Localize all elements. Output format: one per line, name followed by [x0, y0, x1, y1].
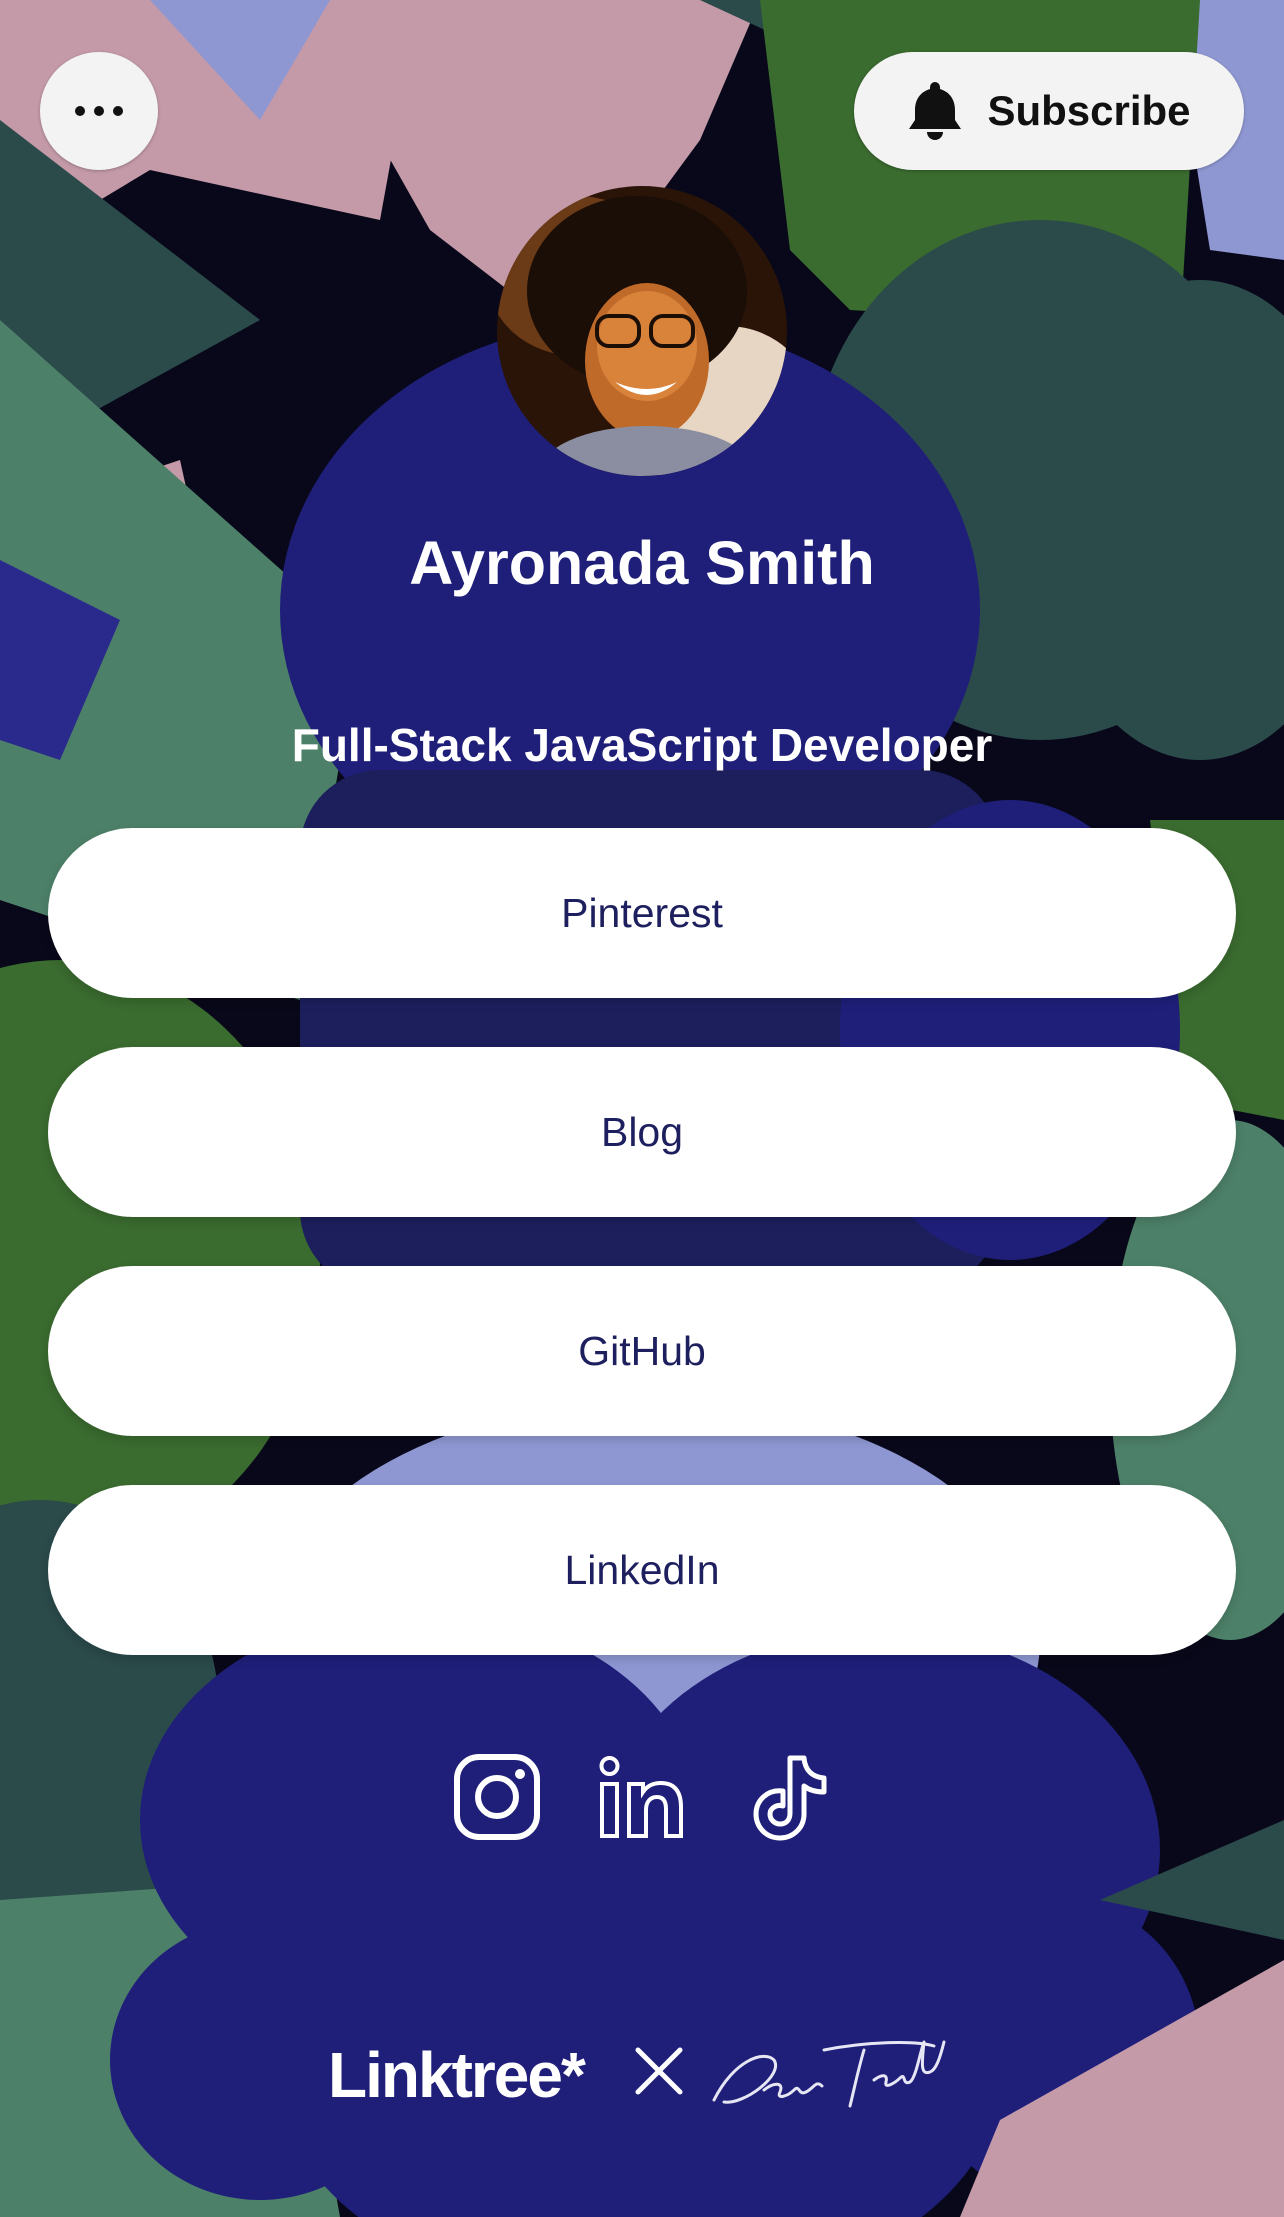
instagram-link[interactable]: [452, 1752, 542, 1842]
subscribe-button[interactable]: Subscribe: [854, 52, 1244, 170]
profile-name: Ayronada Smith: [409, 529, 875, 597]
link-button-pinterest[interactable]: Pinterest: [48, 828, 1236, 998]
linktree-logo[interactable]: Linktree*: [328, 2038, 586, 2112]
subscribe-label: Subscribe: [987, 87, 1191, 134]
link-button-github[interactable]: GitHub: [48, 1266, 1236, 1436]
link-label: GitHub: [578, 1327, 706, 1374]
link-label: LinkedIn: [564, 1546, 720, 1593]
link-button-blog[interactable]: Blog: [48, 1047, 1236, 1217]
more-options-button[interactable]: [40, 52, 158, 170]
link-button-linkedin[interactable]: LinkedIn: [48, 1485, 1236, 1655]
linkedin-link[interactable]: [597, 1752, 687, 1842]
link-label: Pinterest: [561, 889, 723, 936]
more-horizontal-icon: [75, 106, 123, 116]
times-icon: [635, 2047, 683, 2095]
daniel-triendl-signature-icon: [712, 2040, 946, 2108]
linkedin-icon: [599, 1756, 683, 1838]
avatar: [497, 186, 787, 476]
tiktok-icon: [753, 1755, 827, 1841]
tiktok-link[interactable]: [742, 1752, 832, 1842]
profile-bio: Full-Stack JavaScript Developer: [291, 719, 993, 771]
link-label: Blog: [600, 1108, 684, 1155]
bell-icon: [909, 82, 962, 140]
instagram-icon: [454, 1754, 540, 1840]
footer: Linktree*: [0, 2030, 1284, 2120]
